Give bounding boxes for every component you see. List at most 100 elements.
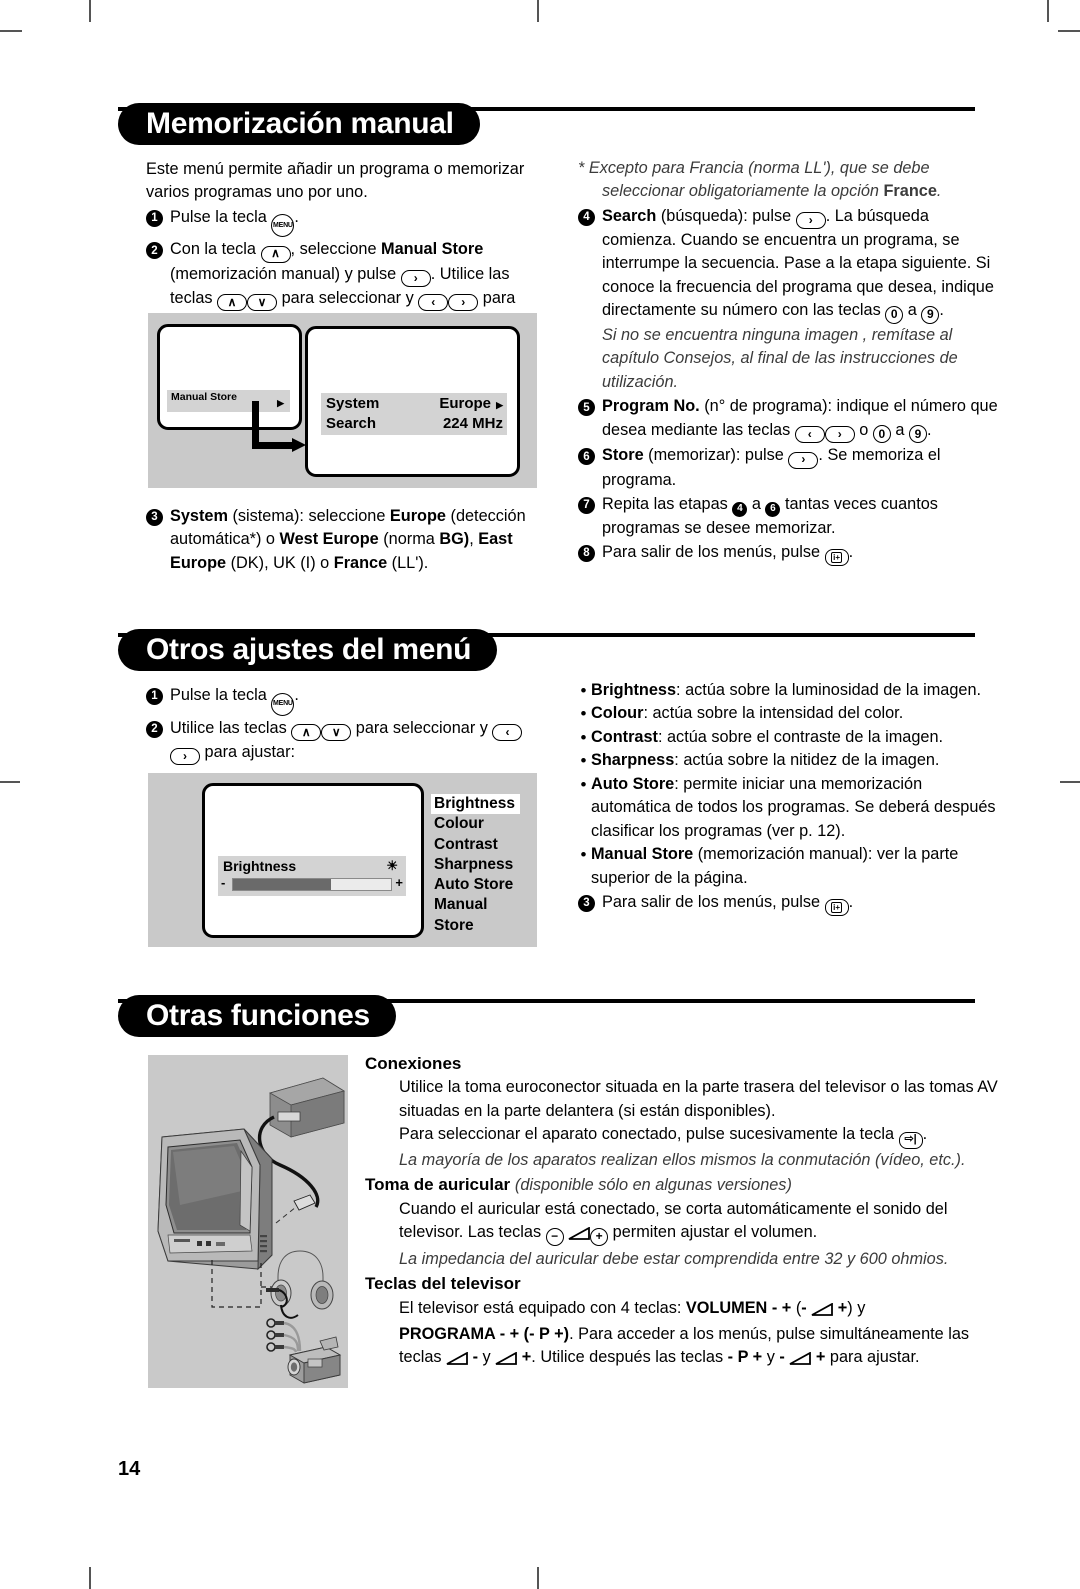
step-text: Pulse la tecla MENU. [170, 206, 551, 238]
flow-arrow-head [292, 438, 306, 452]
crop-mark-bottom-left-v [89, 1567, 91, 1589]
osd-slider-panel: Brightness ☀ - + [218, 856, 406, 896]
bullet-label: Colour [591, 704, 644, 723]
menu-item-manual-store[interactable]: Manual Store [431, 895, 535, 936]
menu-item-label: Contrast [434, 835, 498, 853]
bullet-label: Manual Store [591, 845, 694, 864]
osd-menu-list: Brightness Colour Contrast Sharpness Aut… [431, 794, 535, 936]
up-key-icon: ∧ [217, 293, 248, 311]
block-teclas-del-televisor: Teclas del televisor El televisor está e… [365, 1272, 1003, 1373]
block-line: PROGRAMA - + (- P +). Para acceder a los… [399, 1323, 1003, 1373]
section-title-pill: Otros ajustes del menú [118, 629, 498, 671]
crop-mark-top-left-v [89, 0, 91, 22]
crop-mark-mid-left-h [0, 781, 20, 783]
block-line: El televisor está equipado con 4 teclas:… [399, 1297, 1003, 1323]
block-heading: Toma de auricular [365, 1175, 511, 1195]
figure-picture-settings-osd: Brightness ☀ - + Brightness Colour Contr… [148, 773, 537, 947]
left-key-icon: ‹ [492, 723, 523, 741]
block-italic: La impedancia del auricular debe estar c… [399, 1249, 949, 1268]
bullet-colour: • Colour: actúa sobre la intensidad del … [578, 702, 1000, 725]
bullet-text: Manual Store (memorización manual): ver … [591, 843, 1000, 890]
osd-screen-left [157, 324, 302, 430]
footnote-france: * Excepto para Francia (norma LL'), que … [578, 159, 942, 201]
step-number: 2 [146, 242, 163, 260]
step-3: 3 System (sistema): seleccione Europe (d… [146, 505, 556, 575]
menu-item-contrast[interactable]: Contrast [431, 835, 535, 855]
bullet-label: Brightness [591, 681, 677, 699]
bullet-dot-icon: • [580, 774, 587, 794]
digit-0-key-icon: 0 [872, 425, 891, 444]
step-text: Para salir de los menús, pulse i+. [602, 541, 998, 567]
volume-down-key-icon: − [545, 1227, 564, 1246]
digit-0-key-icon: 0 [885, 306, 904, 325]
bullet-body: : actúa sobre la nitidez de la imagen. [674, 751, 940, 770]
block-heading-row: Toma de auricular (disponible sólo en al… [365, 1173, 1003, 1197]
section-header: Memorización manual [118, 103, 975, 145]
osd-row-label: Search [326, 415, 377, 432]
bullet-label: Contrast [591, 727, 658, 746]
osd-left-highlight-bar: Manual Store ▶ [167, 390, 290, 412]
step-number: 4 [578, 208, 595, 226]
page-number: 14 [118, 1458, 141, 1480]
section-title-text: Otras funciones [146, 999, 370, 1032]
europe-label: Europe [389, 507, 446, 525]
bullet-text: Contrast: actúa sobre el contraste de la… [591, 726, 1000, 749]
brightness-slider-track[interactable] [232, 878, 392, 891]
section1-left-column: Este menú permite añadir un programa o m… [146, 158, 551, 334]
section-title-pill: Otras funciones [118, 995, 396, 1037]
section2-right-column: • Brightness: actúa sobre la luminosidad… [578, 679, 1000, 917]
block-toma-de-auricular: Toma de auricular (disponible sólo en al… [365, 1173, 1003, 1271]
crop-mark-top-right-v [1047, 0, 1049, 22]
down-key-icon: ∨ [321, 723, 352, 741]
step-2: 2 Utilice las teclas ∧ ∨ para seleccionar… [146, 717, 546, 765]
block-line: Utilice la toma euroconector situada en … [399, 1078, 998, 1120]
step-text: Utilice las teclas ∧ ∨ para seleccionar y… [170, 717, 546, 765]
info-key-icon: i+ [824, 549, 849, 567]
step-text: Para salir de los menús, pulse i+. [602, 891, 1000, 917]
tv-connections-diagram [157, 1077, 346, 1384]
program-no-label: Program No. [602, 397, 700, 416]
step-text: Repita las etapas 4 a 6 tantas veces cua… [602, 495, 938, 537]
bullet-body: : actúa sobre la luminosidad de la image… [676, 681, 982, 699]
av-key-icon: ⇨| [898, 1131, 923, 1149]
figure-manual-store-osd: Manual Store ▶ System Europe ▶ Search 22… [148, 313, 537, 488]
bullet-body: : actúa sobre el contraste de la imagen. [657, 727, 944, 746]
volume-up-key-icon: + [590, 1227, 609, 1246]
search-italic-note: Si no se encuentra ninguna imagen , remí… [602, 326, 958, 391]
menu-item-label: Auto Store [434, 876, 514, 894]
search-label: Search [602, 206, 657, 225]
menu-item-colour[interactable]: Colour [431, 814, 535, 834]
store-label: Store [602, 446, 644, 465]
menu-item-brightness[interactable]: Brightness [431, 794, 535, 815]
right-key-icon: › [788, 451, 819, 469]
volume-wedge-icon [568, 1224, 591, 1247]
bullet-contrast: • Contrast: actúa sobre el contraste de … [578, 726, 1000, 749]
step-number: 1 [146, 688, 163, 705]
bg-label: BG) [439, 530, 470, 549]
digit-9-key-icon: 9 [909, 425, 927, 444]
bullet-auto-store: • Auto Store: permite iniciar una memori… [578, 773, 1000, 843]
osd-row-value: Europe [439, 395, 491, 412]
manual-store-label: Manual Store [381, 240, 484, 259]
step-3: 3 Para salir de los menús, pulse i+. [578, 891, 1000, 917]
flow-arrow-horizontal [252, 442, 296, 449]
block-line: Cuando el auricular está conectado, se c… [399, 1198, 1003, 1248]
step-7: 7 Repita las etapas 4 a 6 tantas veces c… [578, 493, 998, 540]
volume-wedge-icon [811, 1300, 834, 1323]
section-title-text: Otros ajustes del menú [146, 633, 472, 666]
block-body: El televisor está equipado con 4 teclas:… [365, 1297, 1003, 1373]
right-key-icon: › [400, 269, 431, 287]
crop-mark-mid-right-h [1060, 781, 1080, 783]
bullet-dot-icon: • [580, 751, 587, 771]
step-number: 2 [146, 720, 163, 738]
up-key-icon: ∧ [291, 723, 322, 741]
menu-item-auto-store[interactable]: Auto Store [431, 875, 535, 895]
menu-item-sharpness[interactable]: Sharpness [431, 855, 535, 875]
bullet-text: Colour: actúa sobre la intensidad del co… [591, 702, 1000, 725]
step-text: System (sistema): seleccione Europe (det… [170, 507, 526, 572]
step-number: 5 [578, 399, 595, 417]
osd-left-item-label: Manual Store [171, 391, 237, 403]
step-number: 1 [146, 209, 163, 227]
bullet-dot-icon: • [580, 704, 587, 724]
step-8: 8 Para salir de los menús, pulse i+. [578, 541, 998, 567]
